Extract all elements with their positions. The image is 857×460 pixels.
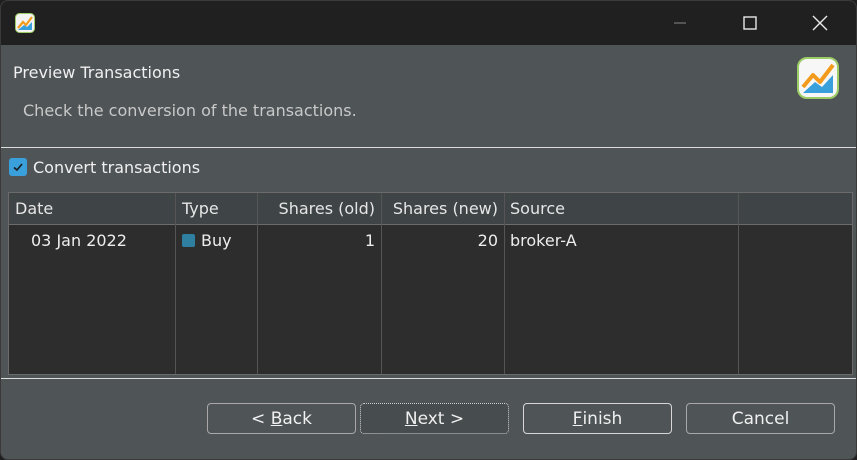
buy-type-icon — [182, 234, 195, 247]
transactions-table[interactable]: Date Type Shares (old) Shares (new) Sour… — [8, 192, 853, 375]
column-divider — [381, 193, 382, 374]
table-row[interactable]: 03 Jan 2022 Buy 1 20 broker-A — [9, 225, 852, 256]
back-label-post: ack — [282, 408, 312, 429]
cell-shares-new: 20 — [477, 231, 498, 250]
column-header-shares-old[interactable]: Shares (old) — [257, 193, 381, 224]
header-divider — [1, 147, 856, 148]
checkmark-icon — [13, 163, 23, 172]
column-header-type[interactable]: Type — [176, 193, 257, 224]
back-button[interactable]: < Back — [207, 403, 356, 434]
close-button[interactable] — [785, 1, 855, 45]
next-label-mnemonic: N — [404, 408, 418, 429]
column-header-shares-new[interactable]: Shares (new) — [381, 193, 504, 224]
cell-source: broker-A — [510, 231, 577, 250]
checkbox[interactable] — [9, 158, 27, 176]
column-divider — [504, 193, 505, 374]
column-header-date[interactable]: Date — [9, 193, 175, 224]
page-title: Preview Transactions — [13, 63, 181, 82]
finish-label-mnemonic: F — [572, 408, 583, 429]
convert-transactions-label: Convert transactions — [33, 157, 201, 177]
column-header-source[interactable]: Source — [504, 193, 738, 224]
cell-type-label: Buy — [201, 231, 232, 250]
cell-date: 03 Jan 2022 — [31, 231, 127, 250]
column-divider — [257, 193, 258, 374]
next-button[interactable]: Next > — [360, 403, 509, 434]
dialog-window: Preview Transactions Check the conversio… — [0, 0, 857, 460]
column-divider — [175, 193, 176, 374]
cancel-label: Cancel — [731, 408, 790, 429]
cancel-button[interactable]: Cancel — [686, 403, 835, 434]
column-divider — [738, 193, 739, 374]
maximize-button[interactable] — [715, 1, 785, 45]
minimize-button[interactable] — [645, 1, 715, 45]
cell-shares-old: 1 — [364, 231, 375, 250]
footer-divider — [1, 378, 856, 379]
table-header: Date Type Shares (old) Shares (new) Sour… — [9, 193, 852, 225]
finish-label-post: inish — [582, 408, 623, 429]
finish-button[interactable]: Finish — [523, 403, 672, 434]
title-bar — [1, 1, 856, 45]
back-label-pre: < — [251, 408, 271, 429]
next-label-post: ext > — [417, 408, 465, 429]
page-description: Check the conversion of the transactions… — [23, 101, 357, 120]
maximize-icon — [743, 16, 757, 30]
app-chart-icon — [797, 57, 839, 99]
convert-transactions-checkbox[interactable]: Convert transactions — [9, 156, 200, 178]
cell-type: Buy — [176, 225, 257, 256]
back-label-mnemonic: B — [270, 408, 283, 429]
close-icon — [812, 15, 828, 31]
minimize-icon — [674, 22, 686, 24]
app-chart-icon — [15, 13, 35, 33]
wizard-header: Preview Transactions Check the conversio… — [1, 45, 856, 147]
